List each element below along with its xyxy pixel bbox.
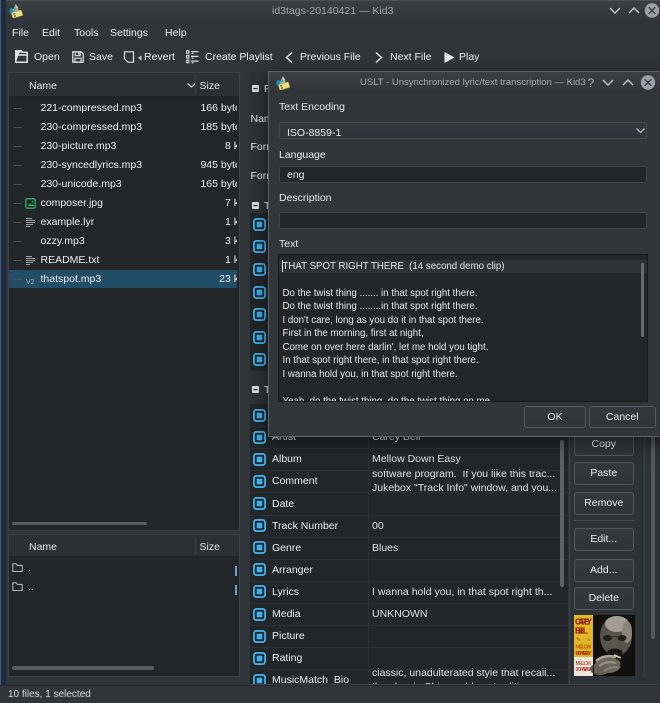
svg-text:DOWN EASY: DOWN EASY (576, 651, 592, 657)
svg-text:DOWN EASY: DOWN EASY (576, 667, 593, 673)
svg-text:MELLOW: MELLOW (576, 645, 593, 651)
svg-text:✎·≈: ✎·≈ (576, 637, 591, 644)
svg-text:BELL: BELL (575, 626, 588, 636)
